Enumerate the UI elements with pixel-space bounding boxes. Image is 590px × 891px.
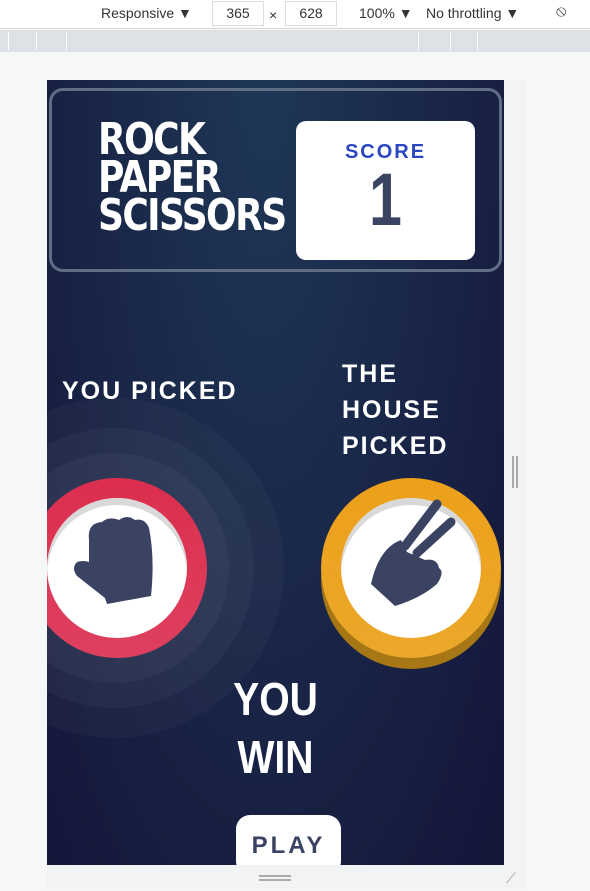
scissors-icon: [371, 499, 456, 606]
result-line: WIN: [237, 731, 314, 783]
house-picked-line: THE HOUSE: [342, 360, 441, 424]
game-title: ROCK PAPER SCISSORS: [98, 118, 287, 241]
rotate-icon[interactable]: ⦸: [556, 3, 566, 21]
player-rock-chip: [47, 478, 207, 658]
result-line: YOU: [233, 673, 318, 725]
scoreboard-header: ROCK PAPER SCISSORS SCORE 1: [49, 88, 502, 272]
score-box: SCORE 1: [296, 121, 475, 260]
result-text: YOU WIN: [81, 670, 469, 786]
house-picked-line: PICKED: [342, 432, 449, 460]
game-viewport: ROCK PAPER SCISSORS SCORE 1 YOU PICKED T…: [47, 80, 504, 865]
title-line: SCISSORS: [98, 190, 287, 241]
play-again-button[interactable]: PLAY: [236, 815, 341, 865]
dimension-separator: ×: [269, 7, 278, 23]
width-input[interactable]: 365: [212, 1, 264, 26]
media-query-bar[interactable]: [0, 30, 590, 52]
corner-resize-icon[interactable]: ⟋: [506, 870, 524, 886]
devtools-toolbar: Responsive ▼ 365 × 628 100% ▼ No throttl…: [0, 0, 590, 29]
rock-icon: [74, 517, 153, 604]
house-picked-label: THE HOUSE PICKED: [342, 356, 504, 464]
resize-grip-icon[interactable]: [259, 875, 291, 881]
zoom-select[interactable]: 100% ▼: [359, 5, 413, 21]
score-value: 1: [369, 158, 402, 241]
resize-grip-icon[interactable]: [512, 456, 518, 488]
height-input[interactable]: 628: [285, 1, 337, 26]
throttling-select[interactable]: No throttling ▼: [426, 5, 519, 21]
house-scissors-chip: [321, 478, 501, 658]
device-select[interactable]: Responsive ▼: [101, 5, 192, 21]
